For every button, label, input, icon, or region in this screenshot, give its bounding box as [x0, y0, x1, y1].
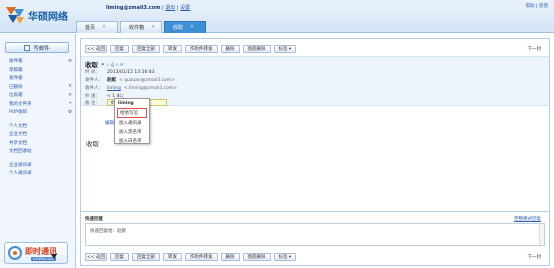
add-folder-icon[interactable]: + — [68, 101, 72, 106]
full-reply-link[interactable]: 完整模式回复 — [514, 216, 541, 222]
mail-body: 收取 — [86, 140, 99, 148]
forward-as-attachment-button[interactable]: 作附件转发 — [185, 45, 218, 53]
sender-address: < quzuan@zmail3.com> — [119, 77, 175, 83]
next-mail-link[interactable]: 下一封 — [528, 254, 542, 260]
logout-link[interactable]: 退出 — [165, 5, 175, 11]
menu-item-add-whitelist[interactable]: 加入白名单 — [115, 136, 149, 145]
toolbar-bottom: << 返回 回复 回复全部 转发 作附件转发 删除 彻底删除 标签 ▾ — [85, 252, 297, 262]
tab-inbox[interactable]: 收件箱 ✕ — [120, 21, 162, 33]
feedback-link[interactable]: 反馈 — [539, 4, 548, 9]
mail-time: 2013/01/15 13:16:43 — [107, 69, 155, 75]
sender-name[interactable]: 赵献 — [107, 77, 116, 83]
compose-label: 写邮件 — [33, 45, 50, 52]
docs-group: 个人文档 企业文档 共享文档 文档回收站 — [9, 122, 72, 156]
menu-title: liming — [118, 101, 134, 106]
clear-icon[interactable]: ✕ — [68, 84, 72, 89]
mail-header: 收取 ⚑ ☆ ⎙ ⚠ ✉ 时 间： 2013/01/15 13:16:43 发件… — [81, 56, 549, 106]
sidebar-item-spam[interactable]: 垃圾箱 ✕ — [9, 91, 72, 100]
menu-item-add-blacklist[interactable]: 加入黑名单 — [115, 127, 149, 136]
forward-button[interactable]: 转发 — [163, 253, 182, 261]
refresh-icon[interactable]: ⟳ — [68, 59, 72, 64]
next-mail-link[interactable]: 下一封 — [528, 46, 542, 52]
recipient-name[interactable]: liming — [107, 86, 121, 91]
quick-reply-input[interactable]: 快速回复给：赵献 — [85, 223, 545, 246]
toolbar-top: << 返回 回复 回复全部 转发 作附件转发 删除 彻底删除 标签 ▾ — [85, 44, 297, 54]
delete-button[interactable]: 删除 — [220, 45, 240, 53]
sidebar-item-company-docs[interactable]: 企业文档 — [9, 130, 72, 139]
sidebar-item-my-folders[interactable]: 我的文件夹 + — [9, 100, 72, 109]
sidebar: 写邮件 收件箱 ⟳ 草稿箱 发件箱 已删除 ✕ 垃圾箱 ✕ 我的文件夹 + POP收邮 ⚙… — [0, 34, 76, 268]
sidebar-item-personal-docs[interactable]: 个人文档 — [9, 122, 72, 131]
delete-button[interactable]: 删除 — [220, 253, 240, 261]
tab-label: 收件箱 — [129, 25, 145, 31]
tab-label: 收取 — [173, 25, 184, 31]
sidebar-item-personal-contacts[interactable]: 个人通讯录 — [9, 169, 72, 178]
back-button[interactable]: << 返回 — [85, 253, 107, 261]
to-row: 收件人： liming < liming@zmail3.com> — [85, 85, 178, 92]
tab-label: 首页 — [85, 25, 96, 31]
mail-flag-icons[interactable]: ⚑ ☆ ⎙ ⚠ ✉ — [101, 62, 123, 67]
im-download-banner[interactable]: 即时通讯 DOWNLOAD — [4, 242, 68, 264]
user-line: liming@zmail3.com | 退出 | 设置 — [106, 5, 191, 11]
reply-all-button[interactable]: 回复全部 — [132, 45, 160, 53]
contact-context-menu: liming 给他写信 加入通讯录 加入黑名单 加入白名单 — [114, 98, 150, 144]
sidebar-item-doc-recycle[interactable]: 文档回收站 — [9, 147, 72, 156]
im-logo-icon — [8, 246, 22, 260]
permanent-delete-button[interactable]: 彻底删除 — [242, 253, 271, 261]
reply-button[interactable]: 回复 — [110, 45, 129, 53]
close-icon[interactable]: ✕ — [151, 25, 155, 30]
user-email: liming@zmail3.com — [106, 5, 161, 11]
sidebar-item-drafts[interactable]: 草稿箱 — [9, 66, 72, 75]
folder-list: 收件箱 ⟳ 草稿箱 发件箱 已删除 ✕ 垃圾箱 ✕ 我的文件夹 + POP收邮 ⚙ 个人文… — [9, 57, 72, 178]
tag-dropdown[interactable]: 标签 ▾ — [273, 253, 297, 261]
sidebar-item-inbox[interactable]: 收件箱 ⟳ — [9, 57, 72, 66]
logo[interactable]: 华硕网络 — [4, 4, 76, 26]
menu-item-add-contact[interactable]: 加入通讯录 — [115, 118, 149, 127]
mail-subject: 收取 — [85, 61, 98, 69]
close-icon[interactable]: ✕ — [190, 25, 194, 30]
top-right-links: 帮助 | 反馈 — [525, 4, 548, 9]
time-row: 时 间： 2013/01/15 13:16:43 — [85, 69, 155, 76]
sidebar-item-shared-docs[interactable]: 共享文档 — [9, 139, 72, 148]
logo-text: 华硕网络 — [28, 12, 68, 23]
reply-button[interactable]: 回复 — [110, 253, 129, 261]
from-row: 发件人： 赵献 < quzuan@zmail3.com> — [85, 77, 175, 84]
back-button[interactable]: << 返回 — [85, 45, 107, 53]
compose-icon — [24, 44, 31, 51]
download-arrow-icon — [51, 254, 57, 259]
gear-icon[interactable]: ⚙ — [68, 110, 72, 115]
tab-home[interactable]: 首页 ✕ — [76, 21, 118, 33]
compose-button[interactable]: 写邮件 — [5, 42, 69, 53]
sidebar-item-deleted[interactable]: 已删除 ✕ — [9, 83, 72, 92]
close-icon[interactable]: ✕ — [102, 25, 106, 30]
contacts-group: 企业通讯录 个人通讯录 — [9, 161, 72, 178]
sidebar-item-pop[interactable]: POP收邮 ⚙ — [9, 108, 72, 117]
top-header: 华硕网络 liming@zmail3.com | 退出 | 设置 帮助 | 反馈… — [0, 0, 554, 33]
tab-bar: 首页 ✕ 收件箱 ✕ 收取 ✕ — [76, 21, 208, 33]
logo-icon — [6, 7, 24, 24]
tag-dropdown[interactable]: 标签 ▾ — [273, 45, 297, 53]
edit-link[interactable]: 编辑 — [105, 120, 114, 126]
settings-link[interactable]: 设置 — [180, 5, 190, 11]
help-link[interactable]: 帮助 — [526, 4, 535, 9]
scrollbar[interactable] — [539, 224, 544, 245]
forward-button[interactable]: 转发 — [163, 45, 182, 53]
mail-view: << 返回 回复 回复全部 转发 作附件转发 删除 彻底删除 标签 ▾ 下一封 … — [80, 38, 550, 266]
quick-reply-panel: 快速回复 完整模式回复 快速回复给：赵献 — [81, 211, 549, 249]
menu-item-write-to[interactable]: 给他写信 — [117, 108, 147, 118]
sidebar-item-sent[interactable]: 发件箱 — [9, 74, 72, 83]
subject-row: 收取 ⚑ ☆ ⎙ ⚠ ✉ — [85, 59, 123, 69]
reply-all-button[interactable]: 回复全部 — [132, 253, 160, 261]
quick-reply-title: 快速回复 — [85, 217, 103, 222]
forward-as-attachment-button[interactable]: 作附件转发 — [185, 253, 218, 261]
tab-mail-view[interactable]: 收取 ✕ — [164, 21, 206, 33]
permanent-delete-button[interactable]: 彻底删除 — [242, 45, 271, 53]
clear-icon[interactable]: ✕ — [68, 93, 72, 98]
quick-reply-placeholder: 快速回复给：赵献 — [90, 229, 126, 234]
recipient-address: < liming@zmail3.com> — [123, 85, 178, 91]
sidebar-item-company-contacts[interactable]: 企业通讯录 — [9, 161, 72, 170]
